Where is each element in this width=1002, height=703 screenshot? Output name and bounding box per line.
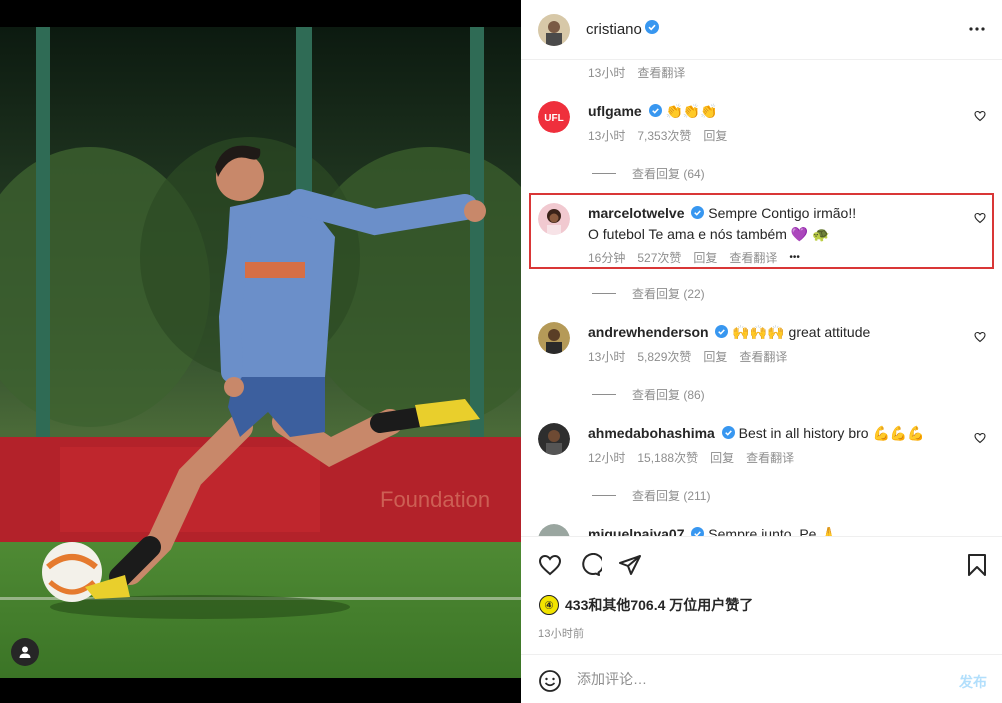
svg-text:Foundation: Foundation bbox=[380, 487, 490, 512]
commenter-avatar[interactable] bbox=[538, 203, 570, 235]
verified-badge-icon bbox=[648, 102, 662, 122]
comment-input[interactable] bbox=[577, 667, 937, 691]
view-replies-button[interactable]: 查看回复 (64) bbox=[592, 165, 705, 182]
comment-button[interactable] bbox=[578, 552, 605, 582]
tagged-user-button[interactable] bbox=[11, 638, 39, 666]
likes-count[interactable]: 433和其他706.4 万位用户赞了 bbox=[565, 595, 753, 615]
comment-likes[interactable]: 5,829次赞 bbox=[637, 347, 691, 367]
commenter-avatar[interactable]: UFL bbox=[538, 101, 570, 133]
comment-text-line2: O futebol Te ama e nós também 💜 🐢 bbox=[588, 226, 830, 243]
commenter-username[interactable]: uflgame bbox=[588, 103, 642, 119]
comment-time: 12小时 bbox=[588, 451, 626, 466]
heart-icon bbox=[538, 554, 562, 576]
post-timestamp: 13小时前 bbox=[538, 628, 585, 640]
translate-link[interactable]: 查看翻译 bbox=[739, 347, 787, 367]
commenter-avatar-image bbox=[538, 524, 570, 536]
save-button[interactable] bbox=[967, 553, 987, 582]
more-options-button[interactable] bbox=[968, 20, 986, 43]
like-comment-button[interactable] bbox=[974, 211, 986, 229]
view-replies-label: 查看回复 (211) bbox=[632, 489, 711, 503]
more-dots-icon bbox=[969, 27, 985, 31]
commenter-username[interactable]: ahmedabohashima bbox=[588, 425, 715, 441]
like-comment-button[interactable] bbox=[974, 431, 986, 449]
comment-time: 13小时 bbox=[588, 350, 626, 365]
comment-time: 16分钟 bbox=[588, 251, 626, 266]
previous-comment-meta: 13小时 查看翻译 bbox=[588, 64, 685, 81]
view-replies-button[interactable]: 查看回复 (211) bbox=[592, 487, 710, 504]
comment-composer: 发布 bbox=[521, 654, 1002, 703]
commenter-username[interactable]: marcelotwelve bbox=[588, 205, 685, 221]
view-replies-label: 查看回复 (64) bbox=[632, 167, 705, 181]
reply-button[interactable]: 回复 bbox=[710, 448, 734, 468]
comment-time: 13小时 bbox=[588, 66, 626, 80]
comments-list[interactable]: 13小时 查看翻译 UFL uflgame 👏👏👏 13小时 7,353次赞 回… bbox=[521, 60, 1002, 536]
view-replies-label: 查看回复 (86) bbox=[632, 388, 705, 402]
paper-plane-icon bbox=[619, 555, 641, 575]
share-button[interactable] bbox=[618, 553, 642, 582]
author-avatar[interactable] bbox=[538, 13, 570, 46]
verified-badge-icon bbox=[721, 424, 735, 444]
like-comment-button[interactable] bbox=[974, 330, 986, 348]
commenter-username[interactable]: andrewhenderson bbox=[588, 324, 709, 340]
commenter-avatar[interactable] bbox=[538, 423, 570, 455]
svg-text:UFL: UFL bbox=[544, 113, 563, 124]
smiley-icon bbox=[539, 670, 561, 692]
author-avatar-image bbox=[538, 13, 570, 46]
commenter-avatar-image bbox=[538, 322, 570, 354]
bookmark-icon bbox=[968, 554, 986, 576]
heart-icon bbox=[974, 212, 986, 224]
like-post-button[interactable] bbox=[538, 553, 562, 582]
reply-button[interactable]: 回复 bbox=[693, 248, 717, 268]
reply-button[interactable]: 回复 bbox=[703, 347, 727, 367]
comment-likes[interactable]: 7,353次赞 bbox=[637, 126, 691, 146]
comment-likes[interactable]: 15,188次赞 bbox=[637, 448, 698, 468]
likes-summary[interactable]: ④ 433和其他706.4 万位用户赞了 bbox=[539, 595, 753, 615]
liker-avatar: ④ bbox=[539, 595, 559, 615]
post-photo[interactable]: Foundation bbox=[0, 27, 521, 678]
comment-time: 13小时 bbox=[588, 129, 626, 144]
commenter-avatar[interactable] bbox=[538, 322, 570, 354]
user-icon bbox=[19, 646, 31, 658]
commenter-avatar-image bbox=[538, 203, 570, 235]
comment-text: 👏👏👏 bbox=[665, 103, 718, 119]
verified-badge-icon bbox=[691, 204, 705, 224]
ufl-logo-icon: UFL bbox=[538, 101, 570, 133]
heart-icon bbox=[974, 110, 986, 122]
like-comment-button[interactable] bbox=[974, 109, 986, 127]
comment-text: Sempre junto, Pe 🙏 bbox=[708, 526, 838, 536]
commenter-avatar[interactable] bbox=[538, 524, 570, 536]
verified-badge-icon bbox=[691, 525, 705, 536]
translate-link[interactable]: 查看翻译 bbox=[637, 64, 685, 81]
comment-bubble-icon bbox=[582, 552, 605, 576]
heart-icon bbox=[974, 331, 986, 343]
reply-button[interactable]: 回复 bbox=[703, 126, 727, 146]
translate-link[interactable]: 查看翻译 bbox=[729, 248, 777, 268]
training-photo: Foundation bbox=[0, 27, 521, 678]
emoji-button[interactable] bbox=[538, 669, 562, 698]
comment-text: Sempre Contigo irmão!! bbox=[708, 205, 857, 221]
view-replies-button[interactable]: 查看回复 (22) bbox=[592, 285, 705, 302]
post-media: Foundation bbox=[0, 0, 521, 703]
verified-badge-icon bbox=[644, 20, 659, 39]
view-replies-button[interactable]: 查看回复 (86) bbox=[592, 386, 705, 403]
post-details-panel: cristiano 13小时 查看翻译 UFL uflgame 👏👏👏 13小时… bbox=[521, 0, 1002, 703]
translate-link[interactable]: 查看翻译 bbox=[746, 448, 794, 468]
heart-icon bbox=[974, 432, 986, 444]
comment-more-options[interactable]: ••• bbox=[789, 248, 800, 268]
comment-text: Best in all history bro 💪💪💪 bbox=[738, 425, 925, 441]
author-username[interactable]: cristiano bbox=[586, 21, 642, 38]
comment-likes[interactable]: 527次赞 bbox=[637, 248, 681, 268]
post-actions: ④ 433和其他706.4 万位用户赞了 13小时前 bbox=[521, 536, 1002, 654]
comment-text: 🙌🙌🙌 great attitude bbox=[732, 324, 871, 340]
view-replies-label: 查看回复 (22) bbox=[632, 287, 705, 301]
verified-badge-icon bbox=[715, 323, 729, 343]
commenter-username[interactable]: miguelpaiva07 bbox=[588, 526, 685, 536]
commenter-avatar-image bbox=[538, 423, 570, 455]
post-comment-button[interactable]: 发布 bbox=[959, 672, 987, 692]
post-header: cristiano bbox=[521, 0, 1002, 60]
